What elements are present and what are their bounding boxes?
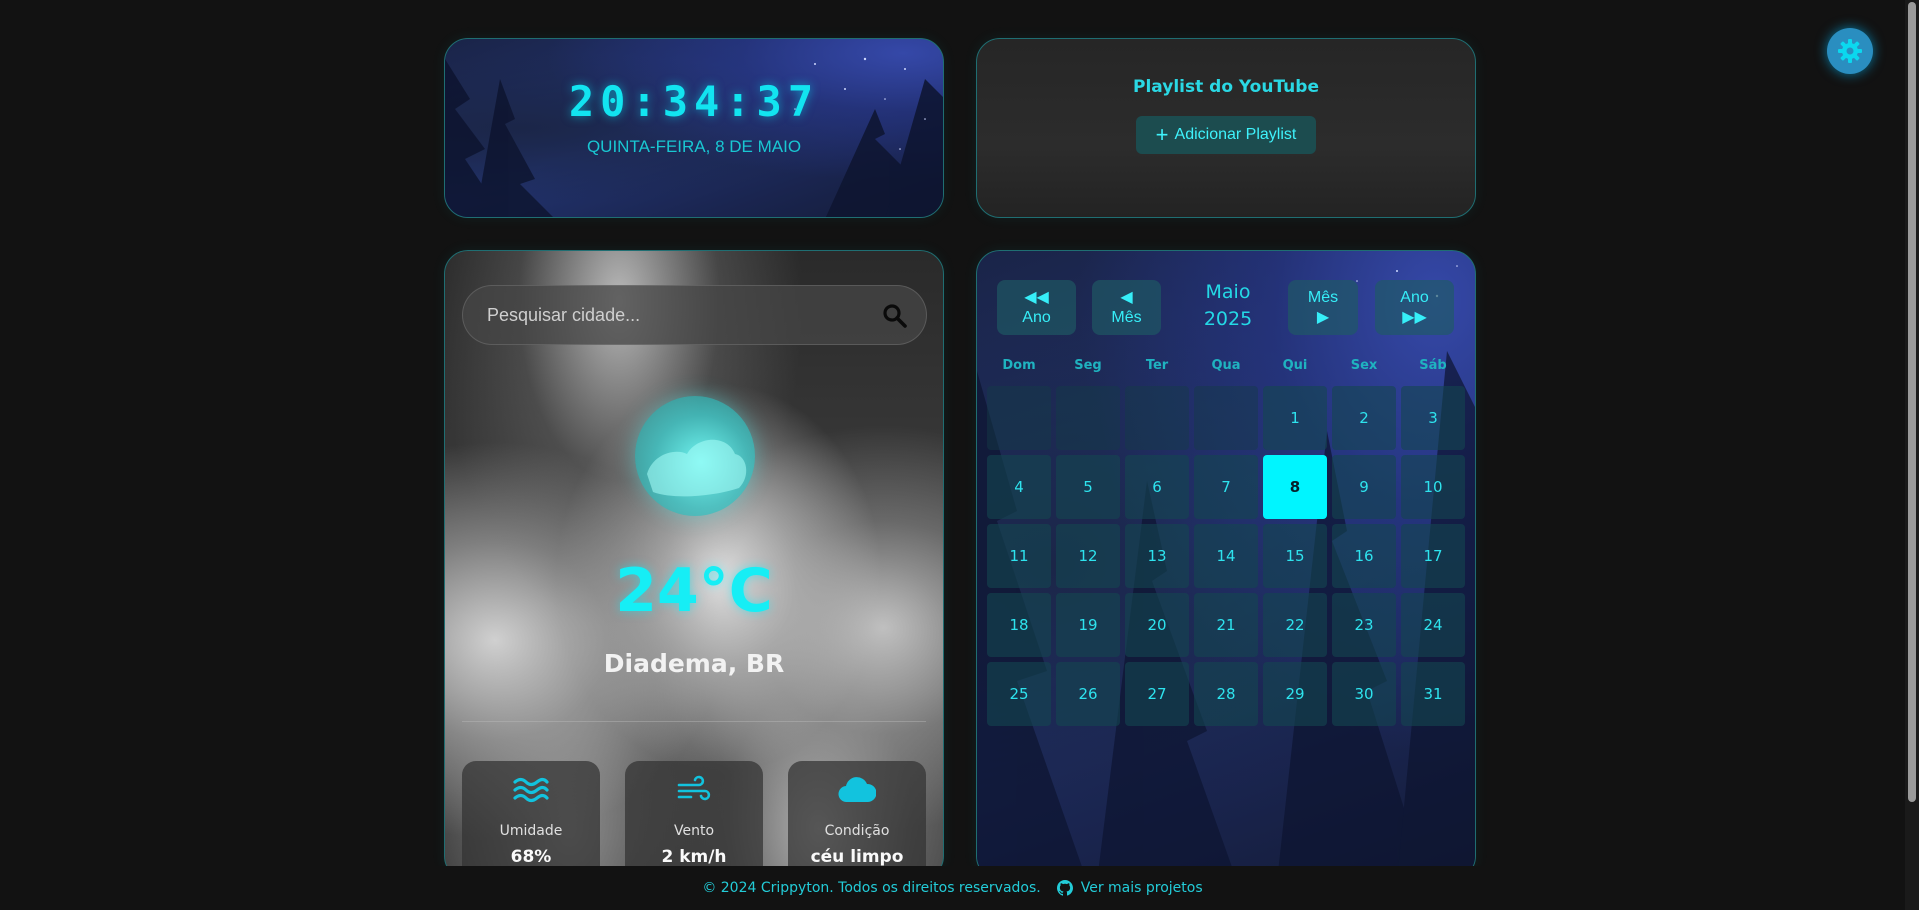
cloud-sun-icon (635, 396, 755, 516)
next-year-button[interactable]: Ano ▶▶ (1375, 280, 1454, 335)
weekday-label: Seg (1074, 358, 1102, 373)
weekday-label: Sáb (1419, 358, 1447, 373)
wind-value: 2 km/h (661, 847, 727, 867)
scrollbar-thumb[interactable] (1908, 2, 1916, 802)
calendar-day[interactable]: 27 (1125, 662, 1189, 726)
more-projects-link[interactable]: Ver mais projetos (1056, 880, 1203, 896)
divider (462, 721, 926, 722)
prev-month-label: Mês (1111, 308, 1142, 326)
current-month: Maio (1205, 281, 1251, 303)
calendar-day[interactable]: 12 (1056, 524, 1120, 588)
calendar-day[interactable]: 2 (1332, 386, 1396, 450)
next-month-label: Mês (1307, 288, 1339, 306)
empty-day-cell (987, 386, 1051, 450)
calendar-day[interactable]: 20 (1125, 593, 1189, 657)
search-button[interactable] (882, 303, 908, 329)
calendar-day[interactable]: 29 (1263, 662, 1327, 726)
current-year: 2025 (1203, 308, 1253, 330)
calendar-day[interactable]: 7 (1194, 455, 1258, 519)
calendar-day[interactable]: 28 (1194, 662, 1258, 726)
calendar-day[interactable]: 14 (1194, 524, 1258, 588)
prev-month-arrow-icon: ◀ (1120, 288, 1133, 306)
calendar-day[interactable]: 25 (987, 662, 1051, 726)
city-search-input[interactable] (487, 286, 867, 344)
clock-time: 20:34:37 (568, 77, 820, 126)
calendar-day[interactable]: 22 (1263, 593, 1327, 657)
calendar-day[interactable]: 11 (987, 524, 1051, 588)
calendar-day[interactable]: 5 (1056, 455, 1120, 519)
add-playlist-label: Adicionar Playlist (1174, 126, 1297, 143)
clock-date: QUINTA-FEIRA, 8 DE MAIO (586, 137, 802, 156)
copyright-text: © 2024 Crippyton. Todos os direitos rese… (702, 880, 1041, 896)
calendar-day[interactable]: 18 (987, 593, 1051, 657)
settings-button[interactable] (1827, 28, 1873, 74)
empty-day-cell (1194, 386, 1258, 450)
playlist-card: Playlist do YouTube + Adicionar Playlist (976, 38, 1476, 218)
calendar-day-today[interactable]: 8 (1263, 455, 1327, 519)
plus-icon: + (1155, 122, 1169, 147)
city-search-box (462, 285, 927, 345)
water-waves-icon (513, 777, 549, 803)
cloud-icon (838, 777, 876, 803)
forest-background (445, 57, 943, 217)
calendar-day[interactable]: 26 (1056, 662, 1120, 726)
weekday-label: Qui (1282, 358, 1308, 373)
calendar-day[interactable]: 30 (1332, 662, 1396, 726)
condition-stat: Condição céu limpo (788, 761, 926, 879)
city-name: Diadema, BR (603, 649, 785, 678)
calendar-day[interactable]: 9 (1332, 455, 1396, 519)
wind-icon (677, 775, 711, 801)
weekday-label: Ter (1145, 358, 1169, 373)
humidity-value: 68% (510, 847, 552, 867)
weekday-label: Qua (1211, 358, 1241, 373)
calendar-card: ◀◀ Ano ◀ Mês Maio 2025 Mês ▶ Ano ▶▶ Dom S… (976, 250, 1476, 880)
calendar-day[interactable]: 1 (1263, 386, 1327, 450)
footer: © 2024 Crippyton. Todos os direitos rese… (0, 866, 1905, 910)
current-month-year: Maio 2025 (1182, 279, 1274, 333)
scrollbar-track[interactable] (1905, 0, 1919, 910)
calendar-day[interactable]: 21 (1194, 593, 1258, 657)
empty-day-cell (1056, 386, 1120, 450)
wind-label: Vento (673, 823, 715, 839)
next-year-label: Ano (1400, 288, 1429, 306)
wind-stat: Vento 2 km/h (625, 761, 763, 879)
calendar-day[interactable]: 15 (1263, 524, 1327, 588)
calendar-day[interactable]: 24 (1401, 593, 1465, 657)
temperature: 24°C (615, 556, 773, 626)
search-icon (883, 304, 907, 328)
weekday-label: Dom (1002, 358, 1036, 373)
playlist-title: Playlist do YouTube (1133, 77, 1319, 97)
calendar-day[interactable]: 13 (1125, 524, 1189, 588)
add-playlist-button[interactable]: + Adicionar Playlist (1136, 116, 1316, 154)
empty-day-cell (1125, 386, 1189, 450)
github-icon (1056, 880, 1073, 896)
prev-year-button[interactable]: ◀◀ Ano (997, 280, 1076, 335)
calendar-day[interactable]: 6 (1125, 455, 1189, 519)
next-year-arrow-icon: ▶▶ (1402, 308, 1427, 326)
calendar-day[interactable]: 10 (1401, 455, 1465, 519)
gear-icon (1838, 39, 1862, 63)
more-projects-label: Ver mais projetos (1080, 880, 1203, 896)
next-month-button[interactable]: Mês ▶ (1288, 280, 1358, 335)
prev-year-label: Ano (1022, 308, 1051, 326)
humidity-stat: Umidade 68% (462, 761, 600, 879)
next-month-arrow-icon: ▶ (1316, 308, 1330, 326)
calendar-day[interactable]: 3 (1401, 386, 1465, 450)
humidity-label: Umidade (499, 823, 563, 839)
calendar-day[interactable]: 23 (1332, 593, 1396, 657)
condition-value: céu limpo (810, 847, 904, 867)
calendar-day[interactable]: 17 (1401, 524, 1465, 588)
calendar-day[interactable]: 4 (987, 455, 1051, 519)
calendar-day[interactable]: 31 (1401, 662, 1465, 726)
prev-year-arrow-icon: ◀◀ (1024, 288, 1049, 306)
calendar-day[interactable]: 16 (1332, 524, 1396, 588)
condition-label: Condição (824, 823, 890, 839)
weekday-label: Sex (1350, 358, 1378, 373)
clock-card: 20:34:37 QUINTA-FEIRA, 8 DE MAIO (444, 38, 944, 218)
calendar-day[interactable]: 19 (1056, 593, 1120, 657)
weather-card: 24°C Diadema, BR Umidade 68% (444, 250, 944, 880)
prev-month-button[interactable]: ◀ Mês (1092, 280, 1161, 335)
